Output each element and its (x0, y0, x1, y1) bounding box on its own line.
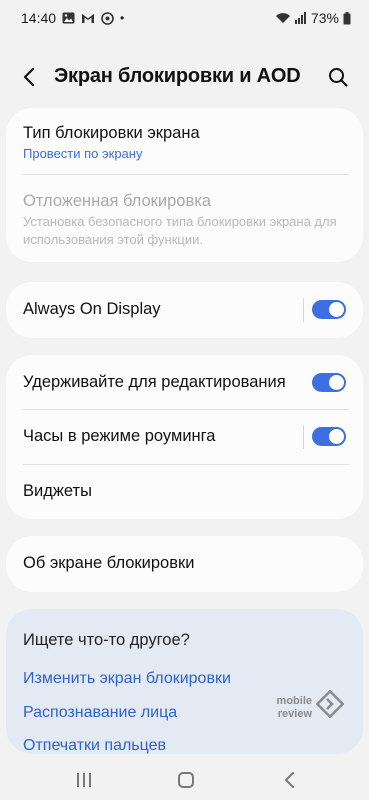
battery-percent: 73% (310, 10, 339, 26)
lock-settings-card: Тип блокировки экрана Провести по экрану… (6, 108, 363, 262)
delayed-lock-row[interactable]: Отложенная блокировка Установка безопасн… (6, 175, 363, 262)
back-icon (285, 772, 294, 788)
gmail-icon (81, 13, 95, 24)
roaming-clock-row[interactable]: Часы в режиме роуминга (6, 410, 363, 464)
search-button[interactable] (326, 65, 350, 89)
roaming-clock-title: Часы в режиме роуминга (23, 427, 216, 445)
toggle-knob (329, 375, 344, 390)
home-button[interactable] (174, 768, 198, 792)
widgets-row[interactable]: Виджеты (6, 465, 363, 519)
mobile-review-logo-icon (316, 690, 344, 718)
back-nav-button[interactable] (278, 768, 302, 792)
roaming-clock-toggle[interactable] (312, 427, 346, 446)
about-card: Об экране блокировки (6, 536, 363, 592)
toggle-knob (329, 429, 344, 444)
link-fingerprints[interactable]: Отпечатки пальцев (23, 737, 166, 755)
aod-toggle[interactable] (312, 300, 346, 319)
app-header: Экран блокировки и AOD (0, 54, 369, 100)
delayed-lock-description: Установка безопасного типа блокировки эк… (23, 214, 337, 247)
back-button[interactable] (18, 65, 42, 89)
watermark: mobile review (268, 690, 348, 730)
aod-card: Always On Display (6, 282, 363, 338)
vertical-separator (303, 425, 304, 449)
suggestions-card: Ищете что-то другое? Изменить экран блок… (6, 609, 363, 754)
status-bar: 14:40 • 73% (0, 0, 369, 36)
about-row[interactable]: Об экране блокировки (6, 536, 363, 592)
lockscreen-options-card: Удерживайте для редактирования Часы в ре… (6, 355, 363, 519)
delayed-lock-title: Отложенная блокировка (23, 192, 211, 210)
wifi-icon (275, 12, 291, 24)
suggestions-title: Ищете что-то другое? (23, 631, 190, 649)
lock-type-row[interactable]: Тип блокировки экрана Провести по экрану (6, 108, 363, 174)
gallery-icon (62, 12, 75, 24)
search-icon (329, 68, 348, 87)
link-face-recognition[interactable]: Распознавание лица (23, 704, 177, 722)
toggle-knob (329, 302, 344, 317)
hold-edit-row[interactable]: Удерживайте для редактирования (6, 355, 363, 409)
home-icon (178, 772, 194, 788)
vertical-separator (303, 298, 304, 322)
status-time: 14:40 (21, 10, 57, 26)
aod-title: Always On Display (23, 300, 161, 318)
page-title: Экран блокировки и AOD (54, 65, 301, 87)
widgets-title: Виджеты (23, 482, 92, 500)
signal-icon (294, 12, 307, 24)
lock-type-value: Провести по экрану (23, 146, 143, 161)
battery-icon (343, 11, 351, 25)
watermark-text: mobile review (276, 695, 312, 720)
status-dot: • (120, 11, 125, 25)
messenger-icon (101, 11, 114, 25)
hold-edit-title: Удерживайте для редактирования (23, 373, 286, 391)
lock-type-title: Тип блокировки экрана (23, 124, 200, 142)
recents-button[interactable] (72, 768, 96, 792)
navigation-bar (0, 760, 369, 800)
recents-icon (77, 773, 91, 787)
link-change-lockscreen[interactable]: Изменить экран блокировки (23, 670, 231, 688)
back-arrow-icon (23, 67, 35, 87)
about-title: Об экране блокировки (23, 554, 195, 572)
hold-edit-toggle[interactable] (312, 373, 346, 392)
aod-row[interactable]: Always On Display (6, 282, 363, 338)
